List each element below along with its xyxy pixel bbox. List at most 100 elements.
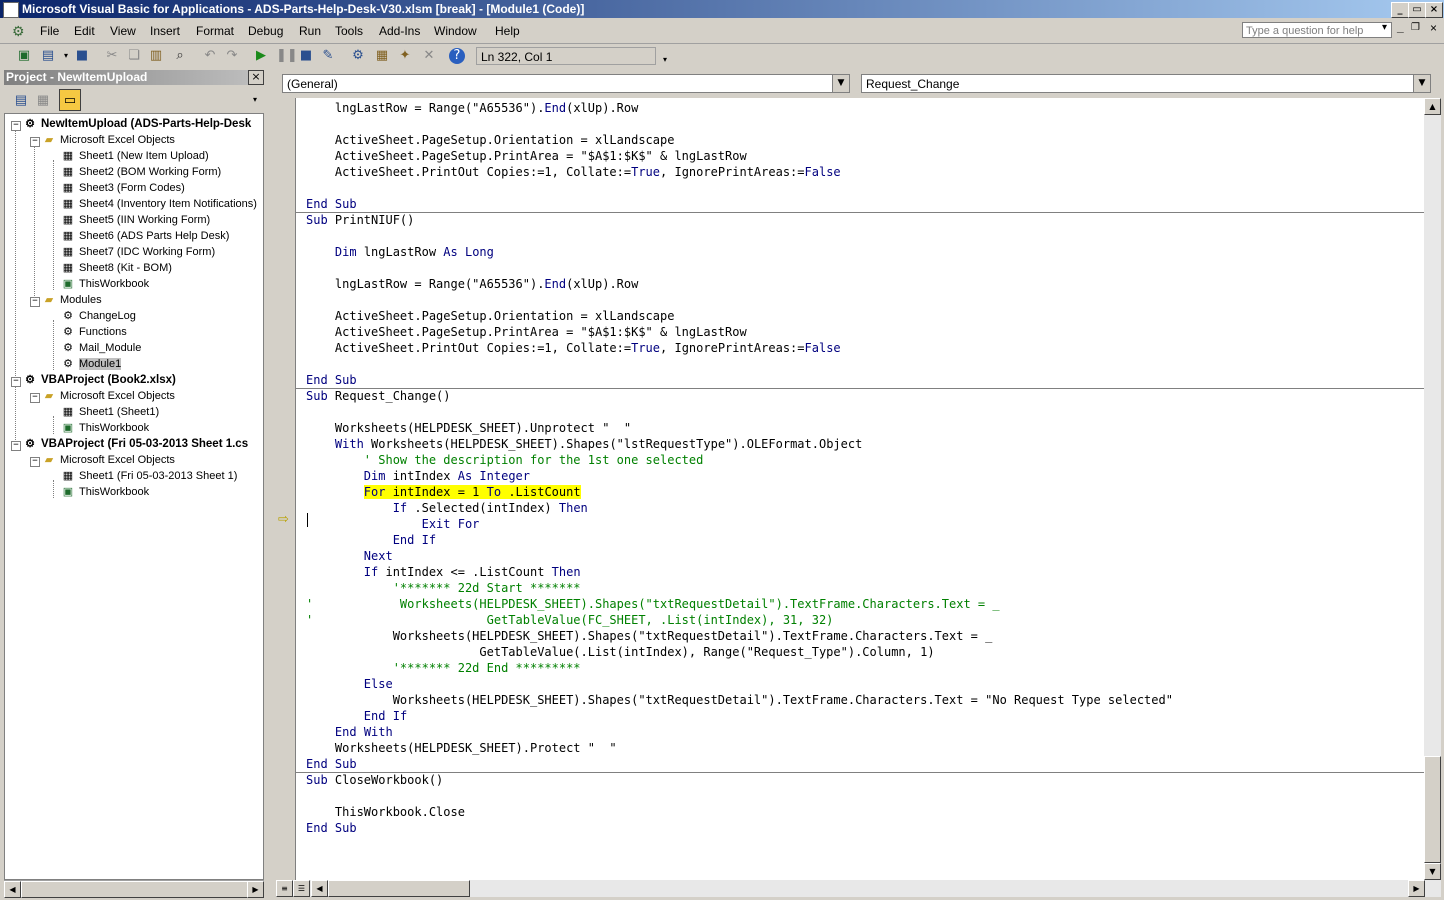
tree-sheet4[interactable]: ▦ Sheet4 (Inventory Item Notifications) bbox=[61, 196, 257, 212]
copy-icon[interactable]: ❏ bbox=[126, 48, 142, 64]
toolbox-icon[interactable]: ✕ bbox=[421, 48, 437, 64]
close-button[interactable]: × bbox=[1425, 2, 1443, 18]
tree-sheet2[interactable]: ▦ Sheet2 (BOM Working Form) bbox=[61, 164, 221, 180]
run-icon[interactable]: ▶ bbox=[253, 48, 269, 64]
code-line[interactable]: Worksheets(HELPDESK_SHEET).Protect " " bbox=[306, 740, 617, 756]
insert-dropdown-icon[interactable]: ▾ bbox=[58, 48, 74, 64]
code-line[interactable]: Sub CloseWorkbook() bbox=[306, 772, 443, 788]
tree-project-newitemupload[interactable]: ⚙ NewItemUpload (ADS-Parts-Help-Desk bbox=[23, 116, 251, 132]
code-line[interactable]: End If bbox=[306, 708, 407, 724]
code-line[interactable]: If intIndex <= .ListCount Then bbox=[306, 564, 581, 580]
menu-file[interactable]: File bbox=[40, 24, 59, 38]
tree-sheet1[interactable]: ▦ Sheet1 (Sheet1) bbox=[61, 404, 159, 420]
minimize-button[interactable]: _ bbox=[1391, 2, 1409, 18]
code-line[interactable]: ActiveSheet.PrintOut Copies:=1, Collate:… bbox=[306, 340, 841, 356]
tree-horizontal-scrollbar[interactable]: ◀ ▶ bbox=[4, 880, 264, 898]
code-line[interactable]: If .Selected(intIndex) Then bbox=[306, 500, 588, 516]
project-explorer-close-button[interactable]: × bbox=[248, 70, 264, 85]
view-excel-icon[interactable]: ▣ bbox=[16, 48, 32, 64]
tree-module-changelog[interactable]: ⚙ ChangeLog bbox=[61, 308, 136, 324]
collapse-toggle[interactable]: − bbox=[11, 377, 21, 387]
redo-icon[interactable]: ↷ bbox=[224, 48, 240, 64]
tree-thisworkbook[interactable]: ▣ ThisWorkbook bbox=[61, 276, 149, 292]
code-line[interactable]: ActiveSheet.PrintOut Copies:=1, Collate:… bbox=[306, 164, 841, 180]
object-browser-icon[interactable]: ✦ bbox=[397, 48, 413, 64]
code-line[interactable]: Dim lngLastRow As Long bbox=[306, 244, 494, 260]
chevron-down-icon[interactable]: ▼ bbox=[1413, 75, 1430, 92]
breakpoint-margin[interactable]: ⇨ bbox=[275, 98, 296, 880]
code-line[interactable]: Worksheets(HELPDESK_SHEET).Shapes("txtRe… bbox=[306, 628, 993, 644]
procedure-view-icon[interactable]: ≡ bbox=[276, 880, 293, 897]
menu-add-ins[interactable]: Add-Ins bbox=[379, 24, 420, 38]
code-horizontal-scrollbar[interactable]: ≡ ☰ ◀ ▶ bbox=[276, 880, 1441, 897]
tree-thisworkbook[interactable]: ▣ ThisWorkbook bbox=[61, 484, 149, 500]
view-object-icon[interactable]: ▦ bbox=[32, 89, 54, 111]
scroll-down-icon[interactable]: ▼ bbox=[1424, 863, 1441, 880]
code-line[interactable]: With Worksheets(HELPDESK_SHEET).Shapes("… bbox=[306, 436, 862, 452]
code-line[interactable]: ThisWorkbook.Close bbox=[306, 804, 465, 820]
tree-folder-excel-objects[interactable]: ▰ Microsoft Excel Objects bbox=[42, 388, 175, 404]
insert-userform-icon[interactable]: ▤ bbox=[40, 48, 56, 64]
code-line[interactable]: ActiveSheet.PageSetup.Orientation = xlLa… bbox=[306, 132, 675, 148]
explorer-options-icon[interactable]: ▾ bbox=[248, 89, 262, 111]
save-icon[interactable]: ■ bbox=[74, 48, 90, 64]
collapse-toggle[interactable]: − bbox=[11, 121, 21, 131]
menu-debug[interactable]: Debug bbox=[248, 24, 283, 38]
code-line[interactable]: End With bbox=[306, 724, 393, 740]
help-icon[interactable]: ? bbox=[449, 48, 465, 64]
full-module-view-icon[interactable]: ☰ bbox=[293, 880, 310, 897]
tree-thisworkbook[interactable]: ▣ ThisWorkbook bbox=[61, 420, 149, 436]
view-code-icon[interactable]: ▤ bbox=[10, 89, 32, 111]
tree-sheet6[interactable]: ▦ Sheet6 (ADS Parts Help Desk) bbox=[61, 228, 230, 244]
scroll-thumb[interactable] bbox=[1424, 756, 1441, 863]
paste-icon[interactable]: ▥ bbox=[148, 48, 164, 64]
project-explorer-icon[interactable]: ⚙ bbox=[350, 48, 366, 64]
tree-sheet3[interactable]: ▦ Sheet3 (Form Codes) bbox=[61, 180, 185, 196]
code-line[interactable]: '******* 22d Start ******* bbox=[306, 580, 581, 596]
help-dropdown-icon[interactable]: ▾ bbox=[1382, 22, 1387, 33]
tree-module-module1[interactable]: ⚙ Module1 bbox=[61, 356, 122, 372]
code-line[interactable]: Next bbox=[306, 548, 393, 564]
object-combo[interactable]: (General) ▼ bbox=[282, 74, 850, 93]
code-vertical-scrollbar[interactable]: ▲ ▼ bbox=[1424, 98, 1441, 880]
tree-project-fri[interactable]: ⚙ VBAProject (Fri 05-03-2013 Sheet 1.cs bbox=[23, 436, 248, 452]
child-restore-button[interactable]: ❐ bbox=[1411, 22, 1420, 33]
scroll-right-icon[interactable]: ▶ bbox=[247, 881, 264, 898]
collapse-toggle[interactable]: − bbox=[30, 297, 40, 307]
code-line[interactable]: End Sub bbox=[306, 196, 357, 212]
design-mode-icon[interactable]: ✎ bbox=[320, 48, 336, 64]
code-line[interactable]: ActiveSheet.PageSetup.Orientation = xlLa… bbox=[306, 308, 675, 324]
scroll-left-icon[interactable]: ◀ bbox=[4, 881, 21, 898]
code-line[interactable]: ' Worksheets(HELPDESK_SHEET).Shapes("txt… bbox=[306, 596, 1000, 612]
code-line[interactable]: ' Show the description for the 1st one s… bbox=[306, 452, 704, 468]
toggle-folders-icon[interactable]: ▭ bbox=[59, 89, 81, 111]
scroll-thumb[interactable] bbox=[21, 881, 248, 898]
code-line[interactable]: Exit For bbox=[306, 516, 480, 532]
menu-window[interactable]: Window bbox=[434, 24, 477, 38]
break-icon[interactable]: ❚❚ bbox=[276, 48, 298, 64]
code-line[interactable]: Worksheets(HELPDESK_SHEET).Shapes("txtRe… bbox=[306, 692, 1173, 708]
procedure-combo[interactable]: Request_Change ▼ bbox=[861, 74, 1431, 93]
code-line[interactable]: Sub PrintNIUF() bbox=[306, 212, 414, 228]
tree-sheet1[interactable]: ▦ Sheet1 (New Item Upload) bbox=[61, 148, 209, 164]
tree-sheet7[interactable]: ▦ Sheet7 (IDC Working Form) bbox=[61, 244, 215, 260]
tree-folder-modules[interactable]: ▰ Modules bbox=[42, 292, 102, 308]
tree-module-functions[interactable]: ⚙ Functions bbox=[61, 324, 127, 340]
code-line[interactable]: Dim intIndex As Integer bbox=[306, 468, 530, 484]
scroll-up-icon[interactable]: ▲ bbox=[1424, 98, 1441, 115]
find-icon[interactable]: ⌕ bbox=[172, 48, 188, 64]
menu-run[interactable]: Run bbox=[299, 24, 321, 38]
menu-help[interactable]: Help bbox=[495, 24, 520, 38]
code-line[interactable]: lngLastRow = Range("A65536").End(xlUp).R… bbox=[306, 100, 638, 116]
menu-insert[interactable]: Insert bbox=[150, 24, 180, 38]
menu-edit[interactable]: Edit bbox=[74, 24, 95, 38]
collapse-toggle[interactable]: − bbox=[11, 441, 21, 451]
tree-sheet5[interactable]: ▦ Sheet5 (IIN Working Form) bbox=[61, 212, 210, 228]
properties-window-icon[interactable]: ▦ bbox=[374, 48, 390, 64]
menu-view[interactable]: View bbox=[110, 24, 136, 38]
child-minimize-button[interactable]: _ bbox=[1397, 20, 1404, 34]
code-line[interactable]: ActiveSheet.PageSetup.PrintArea = "$A$1:… bbox=[306, 148, 747, 164]
menu-tools[interactable]: Tools bbox=[335, 24, 363, 38]
code-line[interactable]: End If bbox=[306, 532, 436, 548]
scroll-left-icon[interactable]: ◀ bbox=[311, 880, 328, 897]
